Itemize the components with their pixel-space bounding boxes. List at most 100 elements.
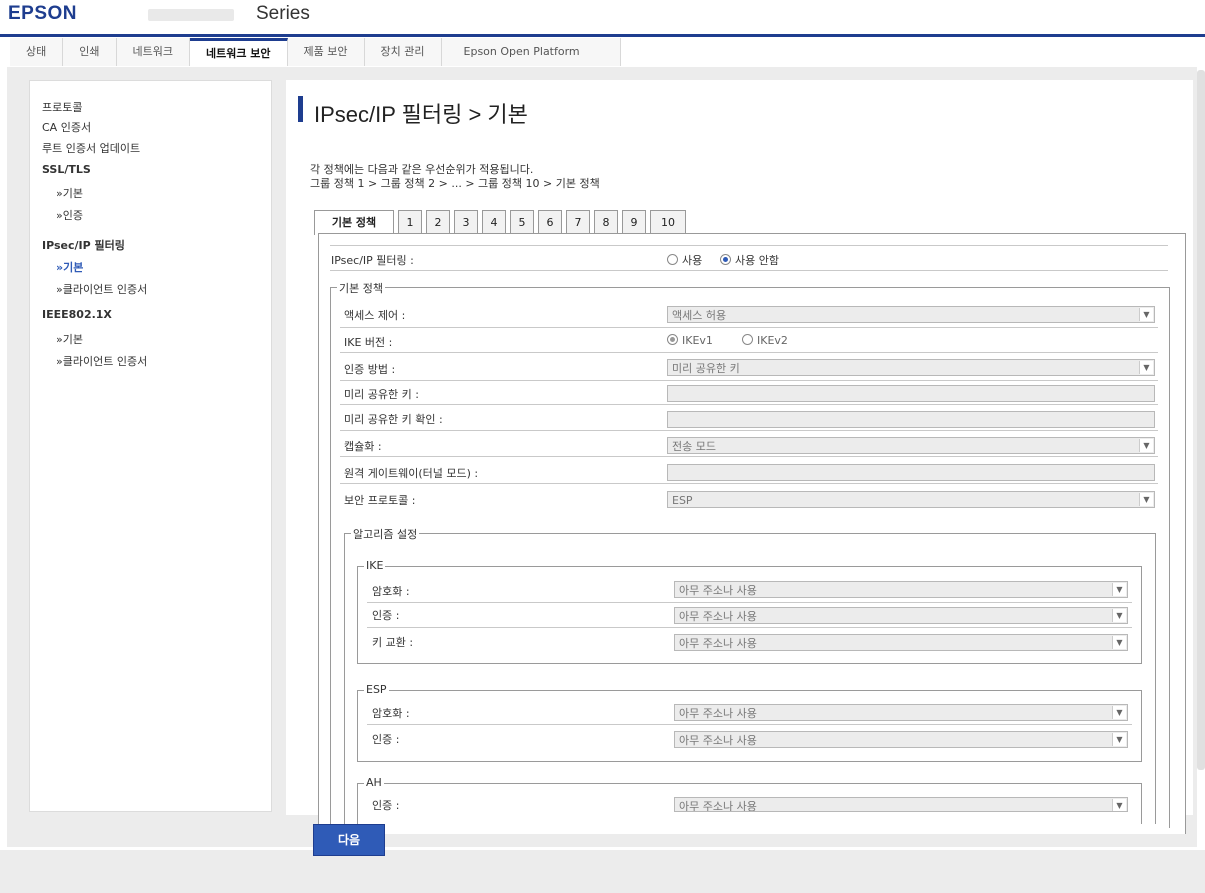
- tab-product-security[interactable]: 제품 보안: [287, 38, 365, 66]
- chevron-down-icon: ▼: [1139, 493, 1153, 506]
- esp-auth-label: 인증 :: [372, 733, 400, 746]
- ike-v1-radio[interactable]: IKEv1: [667, 334, 713, 347]
- divider: [330, 270, 1168, 271]
- security-protocol-label: 보안 프로토콜 :: [344, 494, 416, 507]
- ike-legend: IKE: [364, 559, 386, 572]
- tab-status[interactable]: 상태: [10, 38, 64, 66]
- encapsulation-label: 캡슐화 :: [344, 440, 382, 453]
- vertical-scrollbar[interactable]: [1197, 70, 1205, 770]
- radio-off-icon: [742, 334, 753, 345]
- auth-method-select[interactable]: 미리 공유한 키 ▼: [667, 359, 1155, 376]
- sidebar: 프로토콜 CA 인증서 루트 인증서 업데이트 SSL/TLS »기본 »인증 …: [29, 80, 272, 812]
- tab-print[interactable]: 인쇄: [63, 38, 117, 66]
- ike-key-exchange-select[interactable]: 아무 주소나 사용 ▼: [674, 634, 1128, 651]
- security-protocol-select[interactable]: ESP ▼: [667, 491, 1155, 508]
- esp-legend: ESP: [364, 683, 389, 696]
- filtering-label: IPsec/IP 필터링 :: [331, 254, 414, 267]
- chevron-down-icon: ▼: [1112, 706, 1126, 719]
- divider: [340, 327, 1158, 328]
- ike-auth-select[interactable]: 아무 주소나 사용 ▼: [674, 607, 1128, 624]
- divider: [340, 483, 1158, 484]
- radio-off-icon: [667, 254, 678, 265]
- filtering-off-radio[interactable]: 사용 안함: [720, 252, 779, 268]
- divider: [340, 430, 1158, 431]
- chevron-down-icon: ▼: [1139, 439, 1153, 452]
- chevron-down-icon: ▼: [1112, 636, 1126, 649]
- priority-description-line2: 그룹 정책 1 > 그룹 정책 2 > ... > 그룹 정책 10 > 기본 …: [310, 177, 600, 190]
- policy-tab-2[interactable]: 2: [426, 210, 450, 234]
- chevron-down-icon: ▼: [1112, 799, 1126, 811]
- tab-network-security[interactable]: 네트워크 보안: [189, 38, 288, 66]
- chevron-down-icon: ▼: [1112, 583, 1126, 596]
- ah-auth-select[interactable]: 아무 주소나 사용 ▼: [674, 797, 1128, 812]
- divider: [340, 404, 1158, 405]
- sidebar-item-ipsec-basic[interactable]: »기본: [56, 259, 83, 275]
- access-control-select[interactable]: 액세스 허용 ▼: [667, 306, 1155, 323]
- psk-label: 미리 공유한 키 :: [344, 388, 419, 401]
- next-button[interactable]: 다음: [313, 824, 385, 856]
- ah-legend: AH: [364, 776, 384, 789]
- basic-policy-legend: 기본 정책: [337, 280, 385, 296]
- sidebar-item-ieee-client-cert[interactable]: »클라이언트 인증서: [56, 353, 147, 369]
- sidebar-item-ssl-certificate[interactable]: »인증: [56, 207, 83, 223]
- tab-epson-open-platform[interactable]: Epson Open Platform: [441, 38, 621, 66]
- esp-encryption-select[interactable]: 아무 주소나 사용 ▼: [674, 704, 1128, 721]
- title-accent-bar: [298, 96, 303, 122]
- policy-tab-3[interactable]: 3: [454, 210, 478, 234]
- policy-tab-6[interactable]: 6: [538, 210, 562, 234]
- divider: [367, 627, 1132, 628]
- policy-tab-default[interactable]: 기본 정책: [314, 210, 394, 235]
- ike-auth-label: 인증 :: [372, 609, 400, 622]
- policy-tab-7[interactable]: 7: [566, 210, 590, 234]
- access-control-label: 액세스 제어 :: [344, 309, 406, 322]
- divider: [340, 352, 1158, 353]
- esp-fieldset: [357, 690, 1142, 762]
- ike-v2-radio[interactable]: IKEv2: [742, 334, 788, 347]
- remote-gateway-input[interactable]: [667, 464, 1155, 481]
- series-label: Series: [256, 3, 310, 24]
- policy-tab-4[interactable]: 4: [482, 210, 506, 234]
- header-rule: [0, 34, 1205, 37]
- policy-tab-10[interactable]: 10: [650, 210, 686, 234]
- ike-version-label: IKE 버전 :: [344, 336, 393, 349]
- filtering-on-radio[interactable]: 사용: [667, 252, 702, 268]
- divider: [367, 724, 1132, 725]
- psk-confirm-input[interactable]: [667, 411, 1155, 428]
- tab-device-management[interactable]: 장치 관리: [364, 38, 442, 66]
- ike-encryption-label: 암호화 :: [372, 585, 410, 598]
- sidebar-item-ipsec[interactable]: IPsec/IP 필터링: [42, 237, 125, 253]
- algorithm-settings-legend: 알고리즘 설정: [351, 526, 420, 542]
- divider: [330, 245, 1168, 246]
- policy-tab-1[interactable]: 1: [398, 210, 422, 234]
- footer-strip: [0, 850, 1205, 893]
- policy-tabs: 기본 정책 1 2 3 4 5 6 7 8 9 10: [314, 210, 690, 235]
- esp-auth-select[interactable]: 아무 주소나 사용 ▼: [674, 731, 1128, 748]
- ike-encryption-select[interactable]: 아무 주소나 사용 ▼: [674, 581, 1128, 598]
- sidebar-item-root-cert-update[interactable]: 루트 인증서 업데이트: [42, 140, 140, 156]
- ah-auth-label: 인증 :: [372, 799, 400, 812]
- sidebar-item-ieee8021x[interactable]: IEEE802.1X: [42, 308, 112, 321]
- psk-input[interactable]: [667, 385, 1155, 402]
- divider: [367, 602, 1132, 603]
- divider: [340, 380, 1158, 381]
- chevron-down-icon: ▼: [1139, 308, 1153, 321]
- page-title: IPsec/IP 필터링 > 기본: [314, 102, 528, 127]
- main-tabs: 상태 인쇄 네트워크 네트워크 보안 제품 보안 장치 관리 Epson Ope…: [10, 38, 621, 66]
- sidebar-item-ipsec-client-cert[interactable]: »클라이언트 인증서: [56, 281, 147, 297]
- remote-gateway-label: 원격 게이트웨이(터널 모드) :: [344, 467, 479, 480]
- radio-on-icon: [720, 254, 731, 265]
- epson-logo: EPSON: [8, 3, 78, 24]
- policy-tab-5[interactable]: 5: [510, 210, 534, 234]
- encapsulation-select[interactable]: 전송 모드 ▼: [667, 437, 1155, 454]
- sidebar-item-ssl-basic[interactable]: »기본: [56, 185, 83, 201]
- sidebar-item-ssl-tls[interactable]: SSL/TLS: [42, 163, 91, 176]
- sidebar-item-protocol[interactable]: 프로토콜: [42, 99, 82, 115]
- tab-network[interactable]: 네트워크: [116, 38, 190, 66]
- chevron-down-icon: ▼: [1139, 361, 1153, 374]
- sidebar-item-ieee-basic[interactable]: »기본: [56, 331, 83, 347]
- divider: [340, 456, 1158, 457]
- radio-on-icon: [667, 334, 678, 345]
- policy-tab-8[interactable]: 8: [594, 210, 618, 234]
- policy-tab-9[interactable]: 9: [622, 210, 646, 234]
- sidebar-item-ca-certificate[interactable]: CA 인증서: [42, 119, 91, 135]
